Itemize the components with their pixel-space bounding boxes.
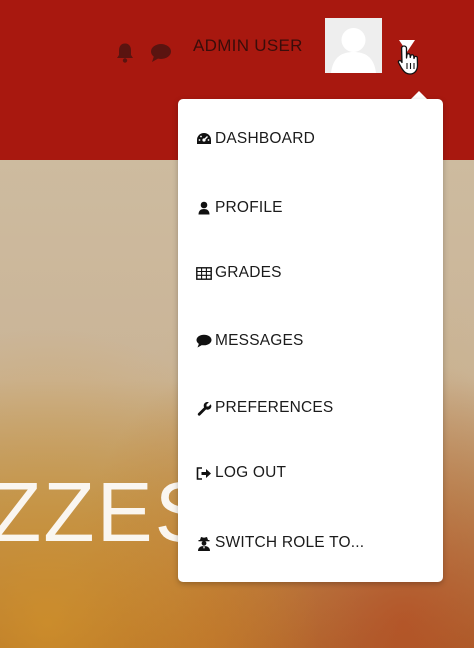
sign-out-icon <box>196 465 212 481</box>
menu-item-preferences[interactable]: PREFERENCES <box>196 397 333 419</box>
user-secret-icon <box>196 535 212 551</box>
menu-item-label: PROFILE <box>215 199 283 216</box>
dashboard-icon <box>196 131 212 147</box>
hand-cursor-icon <box>397 45 419 75</box>
menu-item-label: PREFERENCES <box>215 399 334 416</box>
user-icon <box>196 200 212 216</box>
menu-item-label: SWITCH ROLE TO... <box>215 534 365 551</box>
menu-item-switch-role[interactable]: SWITCH ROLE TO... <box>196 532 364 554</box>
user-name[interactable]: ADMIN USER <box>193 36 303 56</box>
menu-item-label: GRADES <box>215 264 282 281</box>
menu-item-label: DASHBOARD <box>215 130 315 147</box>
table-icon <box>196 265 212 281</box>
chat-icon[interactable] <box>150 43 172 63</box>
bell-icon[interactable] <box>115 42 135 64</box>
menu-item-grades[interactable]: GRADES <box>196 262 282 284</box>
page: ZZES ADMIN USER DASHBOARD PROFILE GRADES… <box>0 0 474 648</box>
menu-item-profile[interactable]: PROFILE <box>196 197 283 219</box>
chat-icon <box>196 333 212 349</box>
menu-item-label: MESSAGES <box>215 332 304 349</box>
wrench-icon <box>196 400 212 416</box>
avatar-placeholder-icon <box>325 18 382 73</box>
menu-item-messages[interactable]: MESSAGES <box>196 330 304 352</box>
menu-item-log-out[interactable]: LOG OUT <box>196 462 286 484</box>
menu-item-label: LOG OUT <box>215 464 287 481</box>
menu-item-dashboard[interactable]: DASHBOARD <box>196 128 315 150</box>
avatar[interactable] <box>325 18 382 73</box>
